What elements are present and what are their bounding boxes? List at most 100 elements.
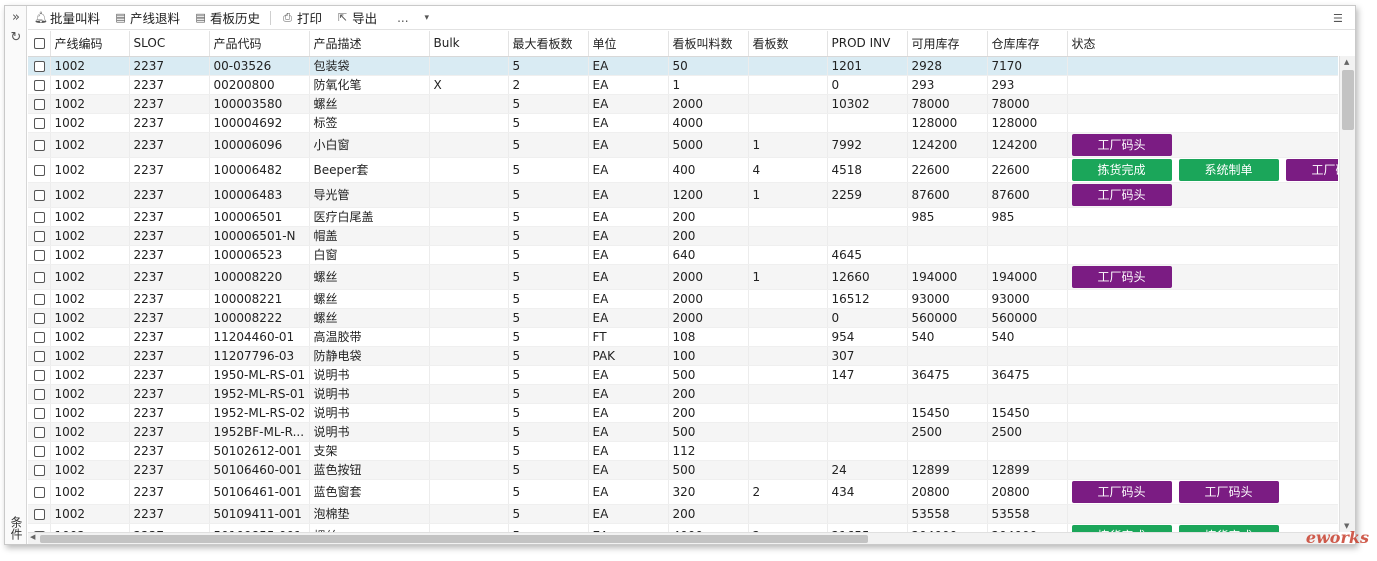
table-row[interactable]: 1002 2237 100008221 螺丝 5 EA 2000 16512 93000 9300…: [28, 289, 1338, 309]
row-select-cell[interactable]: [28, 346, 51, 366]
row-select-cell[interactable]: [28, 56, 51, 76]
column-header[interactable]: 产线编码: [50, 31, 130, 57]
column-header[interactable]: PROD INV: [827, 31, 908, 57]
row-checkbox[interactable]: [34, 407, 45, 419]
horizontal-scrollbar[interactable]: ◀: [28, 532, 1338, 544]
status-button[interactable]: 拣货完成: [1071, 524, 1172, 532]
table-row[interactable]: 1002 2237 1952-ML-RS-01 说明书 5 EA 200: [28, 384, 1338, 404]
column-header[interactable]: 产品代码: [209, 31, 310, 57]
table-row[interactable]: 1002 2237 100006501 医疗白尾盖 5 EA 200 985 985: [28, 207, 1338, 227]
status-button[interactable]: 工厂码头: [1071, 480, 1172, 503]
table-row[interactable]: 1002 2237 100004692 标签 5 EA 4000 128000 128000: [28, 113, 1338, 133]
table-row[interactable]: 1002 2237 100003580 螺丝 5 EA 2000 10302 78000 7800…: [28, 94, 1338, 114]
row-select-cell[interactable]: [28, 75, 51, 95]
status-button[interactable]: 拣货完成: [1071, 158, 1172, 181]
select-all-cell[interactable]: [28, 31, 51, 57]
column-header[interactable]: 最大看板数: [508, 31, 589, 57]
table-row[interactable]: 1002223750109855-001螺丝5EA400022165520400…: [28, 523, 1338, 532]
row-select-cell[interactable]: [28, 403, 51, 423]
column-header[interactable]: 看板叫料数: [668, 31, 749, 57]
table-row[interactable]: 1002 2237 11207796-03 防静电袋 5 PAK 100 307: [28, 346, 1338, 366]
table-row[interactable]: 1002 2237 100006096 小白窗 5 EA 5000 1 7992 124200 12…: [28, 132, 1338, 158]
column-header[interactable]: 看板数: [748, 31, 828, 57]
refresh-icon[interactable]: ↻: [9, 31, 23, 45]
line-return-button[interactable]: ▤ 产线退料: [114, 8, 180, 27]
batch-call-button[interactable]: 🔔︎ 批量叫料: [34, 8, 100, 27]
table-row[interactable]: 1002 2237 100008220 螺丝 5 EA 2000 1 12660 194000 19…: [28, 264, 1338, 290]
row-select-cell[interactable]: [28, 289, 51, 309]
column-header[interactable]: 可用库存: [907, 31, 988, 57]
table-row[interactable]: 1002 2237 50109411-001 泡棉垫 5 EA 200 53558 53558: [28, 504, 1338, 524]
row-select-cell[interactable]: [28, 94, 51, 114]
row-select-cell[interactable]: [28, 460, 51, 480]
select-all-checkbox[interactable]: [34, 38, 45, 50]
row-checkbox[interactable]: [34, 164, 45, 176]
row-select-cell[interactable]: [28, 479, 51, 505]
table-row[interactable]: 1002 2237 1952BF-ML-R... 说明书 5 EA 500 2500 2500: [28, 422, 1338, 442]
table-row[interactable]: 1002 2237 11204460-01 高温胶带 5 FT 108 954 540 540: [28, 327, 1338, 347]
row-checkbox[interactable]: [34, 369, 45, 381]
chevron-down-icon[interactable]: ▾: [425, 13, 430, 23]
table-row[interactable]: 1002 2237 00-03526 包装袋 5 EA 50 1201 2928 7170: [28, 56, 1338, 76]
status-button[interactable]: 系统制单: [1178, 158, 1279, 181]
export-button[interactable]: ⇱ 导出: [336, 8, 377, 27]
status-button[interactable]: 工厂码头: [1285, 158, 1338, 181]
column-header[interactable]: SLOC: [129, 31, 210, 57]
row-checkbox[interactable]: [34, 98, 45, 110]
double-chevron-right-icon[interactable]: »: [9, 11, 23, 25]
row-select-cell[interactable]: [28, 523, 51, 532]
row-checkbox[interactable]: [34, 139, 45, 151]
row-checkbox[interactable]: [34, 508, 45, 520]
kanban-history-button[interactable]: ▤ 看板历史: [194, 8, 260, 27]
row-checkbox[interactable]: [34, 293, 45, 305]
row-checkbox[interactable]: [34, 60, 45, 72]
table-row[interactable]: 1002 2237 50106461-001 蓝色窗套 5 EA 320 2 434 20800 2…: [28, 479, 1338, 505]
row-select-cell[interactable]: [28, 308, 51, 328]
status-button[interactable]: 工厂码头: [1071, 183, 1172, 206]
table-row[interactable]: 1002 2237 1952-ML-RS-02 说明书 5 EA 200 15450 15450: [28, 403, 1338, 423]
row-checkbox[interactable]: [34, 189, 45, 201]
column-header[interactable]: 单位: [588, 31, 669, 57]
row-select-cell[interactable]: [28, 245, 51, 265]
row-select-cell[interactable]: [28, 327, 51, 347]
row-select-cell[interactable]: [28, 384, 51, 404]
row-select-cell[interactable]: [28, 132, 51, 158]
table-row[interactable]: 1002 2237 00200800 防氧化笔 X 2 EA 1 0 293 293: [28, 75, 1338, 95]
table-row[interactable]: 1002 2237 1950-ML-RS-01 说明书 5 EA 500 147 36475 36…: [28, 365, 1338, 385]
scroll-up-icon[interactable]: ▲: [1344, 58, 1349, 66]
column-header[interactable]: 仓库库存: [987, 31, 1068, 57]
table-row[interactable]: 1002 2237 50102612-001 支架 5 EA 112: [28, 441, 1338, 461]
row-checkbox[interactable]: [34, 331, 45, 343]
table-row[interactable]: 1002 2237 100006523 白窗 5 EA 640 4645: [28, 245, 1338, 265]
row-checkbox[interactable]: [34, 445, 45, 457]
table-row[interactable]: 1002 2237 50106460-001 蓝色按钮 5 EA 500 24 12899 128…: [28, 460, 1338, 480]
status-button[interactable]: 工厂码头: [1071, 133, 1172, 156]
table-row[interactable]: 1002 2237 100006501-N 帽盖 5 EA 200: [28, 226, 1338, 246]
row-select-cell[interactable]: [28, 264, 51, 290]
row-select-cell[interactable]: [28, 226, 51, 246]
row-checkbox[interactable]: [34, 230, 45, 242]
status-button[interactable]: 工厂码头: [1071, 265, 1172, 288]
row-select-cell[interactable]: [28, 441, 51, 461]
row-select-cell[interactable]: [28, 365, 51, 385]
row-checkbox[interactable]: [34, 426, 45, 438]
row-select-cell[interactable]: [28, 207, 51, 227]
row-checkbox[interactable]: [34, 117, 45, 129]
status-button[interactable]: 拣货完成: [1178, 524, 1279, 532]
row-checkbox[interactable]: [34, 249, 45, 261]
row-checkbox[interactable]: [34, 350, 45, 362]
row-checkbox[interactable]: [34, 312, 45, 324]
table-row[interactable]: 1002 2237 100006483 导光管 5 EA 1200 1 2259 87600 876…: [28, 182, 1338, 208]
row-checkbox[interactable]: [34, 464, 45, 476]
status-button[interactable]: 工厂码头: [1178, 480, 1279, 503]
column-settings-icon[interactable]: ☰: [1333, 12, 1347, 25]
row-select-cell[interactable]: [28, 182, 51, 208]
vertical-scroll-thumb[interactable]: [1342, 70, 1354, 130]
condition-panel-toggle[interactable]: 条件: [8, 516, 25, 540]
scroll-left-icon[interactable]: ◀: [30, 533, 35, 541]
column-header[interactable]: Bulk: [429, 31, 509, 57]
more-button[interactable]: ...: [397, 11, 408, 25]
row-select-cell[interactable]: [28, 504, 51, 524]
row-select-cell[interactable]: [28, 113, 51, 133]
row-checkbox[interactable]: [34, 271, 45, 283]
